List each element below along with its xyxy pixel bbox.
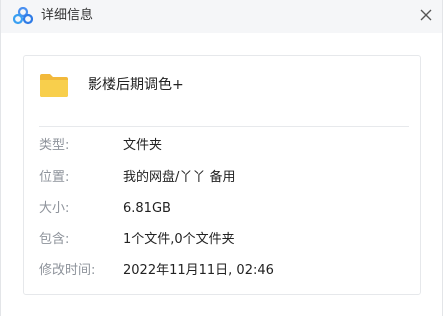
property-value: 我的网盘/丫丫 备用 [123, 170, 236, 185]
title-bar: 详细信息 [1, 0, 442, 33]
details-card: 影楼后期调色+ 类型: 文件夹 位置: 我的网盘/丫丫 备用 大小: 6.81G… [23, 55, 421, 295]
property-value: 1个文件,0个文件夹 [123, 232, 235, 247]
property-label: 修改时间: [39, 263, 96, 278]
divider [39, 126, 409, 127]
property-row-type: 类型: 文件夹 [39, 136, 409, 156]
property-row-contains: 包含: 1个文件,0个文件夹 [39, 230, 409, 250]
property-row-modified: 修改时间: 2022年11月11日, 02:46 [39, 261, 409, 281]
property-value: 2022年11月11日, 02:46 [123, 263, 274, 278]
property-value: 6.81GB [123, 201, 171, 216]
property-row-location: 位置: 我的网盘/丫丫 备用 [39, 168, 409, 188]
property-label: 位置: [39, 170, 70, 185]
property-label: 大小: [39, 201, 70, 216]
property-label: 包含: [39, 232, 70, 247]
details-dialog: 详细信息 影楼后期调色+ 类型: 文件夹 位置: 我的网盘/丫丫 备用 大小: … [0, 0, 443, 316]
property-row-size: 大小: 6.81GB [39, 199, 409, 219]
folder-icon [40, 74, 68, 97]
property-label: 类型: [39, 138, 70, 153]
close-icon[interactable] [419, 8, 433, 22]
cloud-logo-icon [13, 7, 33, 25]
property-value: 文件夹 [123, 138, 163, 153]
dialog-title: 详细信息 [41, 8, 94, 23]
file-name: 影楼后期调色+ [88, 77, 184, 93]
